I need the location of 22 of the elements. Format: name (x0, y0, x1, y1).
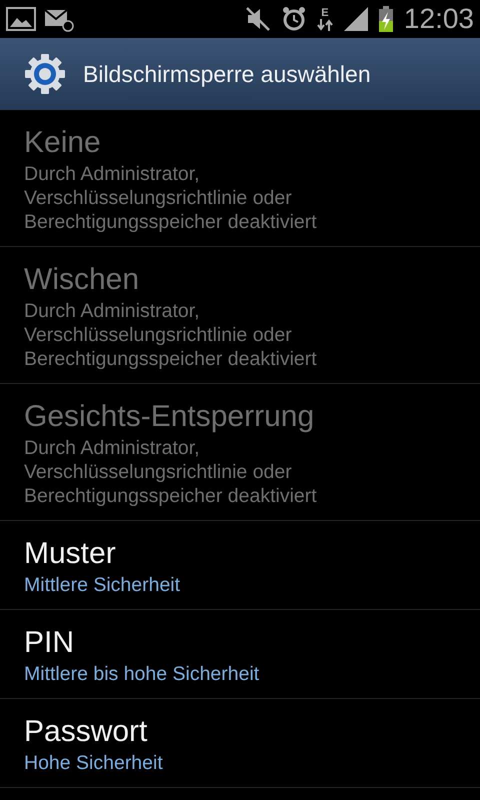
option-description: Mittlere bis hohe Sicherheit (24, 662, 260, 686)
lock-option[interactable]: Muster Mittlere Sicherheit (0, 521, 480, 610)
option-title: Passwort (24, 714, 148, 750)
option-title: Gesichts-Entsperrung (24, 399, 316, 435)
option-title: Muster (24, 536, 117, 572)
option-description: Durch Administrator, Verschlüsselungsrichtlinie oder Berechtigungsspeicher deaktiviert (24, 299, 318, 371)
option-description: Durch Administrator, Verschlüsselungsrichtlinie oder Berechtigungsspeicher deaktiviert (24, 162, 318, 234)
option-description: Mittlere Sicherheit (24, 573, 182, 597)
battery-icon (378, 5, 394, 33)
option-description: Hohe Sicherheit (24, 751, 164, 775)
picture-icon (6, 5, 36, 33)
screen-title: Bildschirmsperre auswählen (83, 60, 371, 88)
mute-icon (244, 5, 272, 33)
lock-option[interactable]: Passwort Hohe Sicherheit (0, 699, 480, 788)
lock-option[interactable]: PIN Mittlere bis hohe Sicherheit (0, 610, 480, 699)
option-title: Wischen (24, 262, 140, 298)
signal-icon (342, 5, 370, 33)
option-description: Durch Administrator, Verschlüsselungsrichtlinie oder Berechtigungsspeicher deaktiviert (24, 436, 318, 508)
option-title: Keine (24, 125, 102, 161)
clock-time: 12:03 (404, 3, 474, 35)
settings-icon (23, 52, 67, 96)
option-title: PIN (24, 625, 76, 661)
